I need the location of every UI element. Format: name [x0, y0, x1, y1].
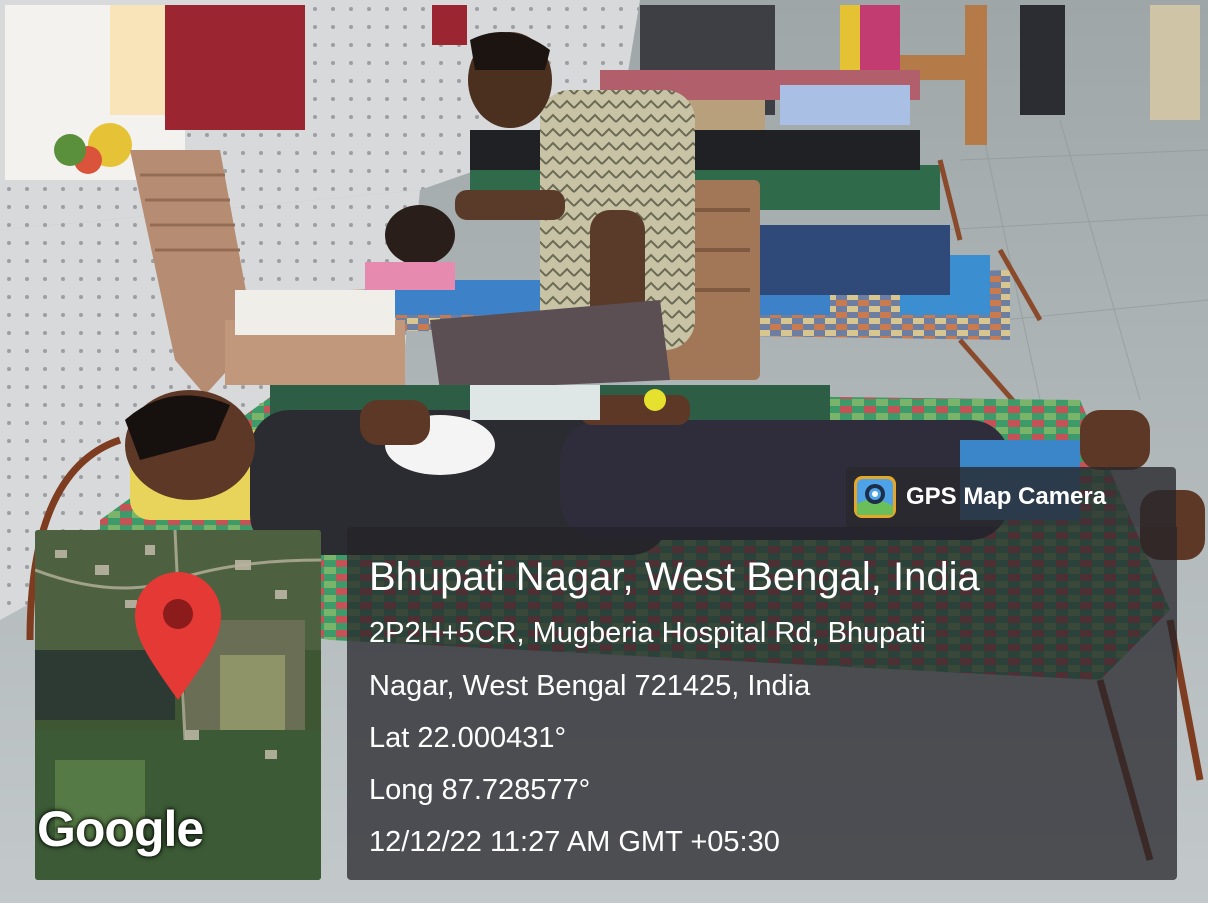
gps-map-camera-icon — [854, 476, 896, 518]
google-logo: Google — [37, 801, 204, 857]
satellite-map-thumbnail: Google — [35, 530, 321, 880]
app-name: GPS Map Camera — [906, 483, 1107, 510]
location-info-panel: Bhupati Nagar, West Bengal, India 2P2H+5… — [347, 527, 1177, 880]
longitude: Long 87.728577° — [369, 774, 591, 806]
timestamp: 12/12/22 11:27 AM GMT +05:30 — [369, 826, 780, 858]
place-name: Bhupati Nagar, West Bengal, India — [369, 555, 980, 599]
address-line-2: Nagar, West Bengal 721425, India — [369, 670, 811, 702]
address-line-1: 2P2H+5CR, Mugberia Hospital Rd, Bhupati — [369, 617, 926, 649]
latitude: Lat 22.000431° — [369, 722, 567, 754]
app-badge: GPS Map Camera — [846, 467, 1176, 527]
photo-frame: Google GPS Map Camera Bhupati Nagar, Wes… — [0, 0, 1208, 903]
